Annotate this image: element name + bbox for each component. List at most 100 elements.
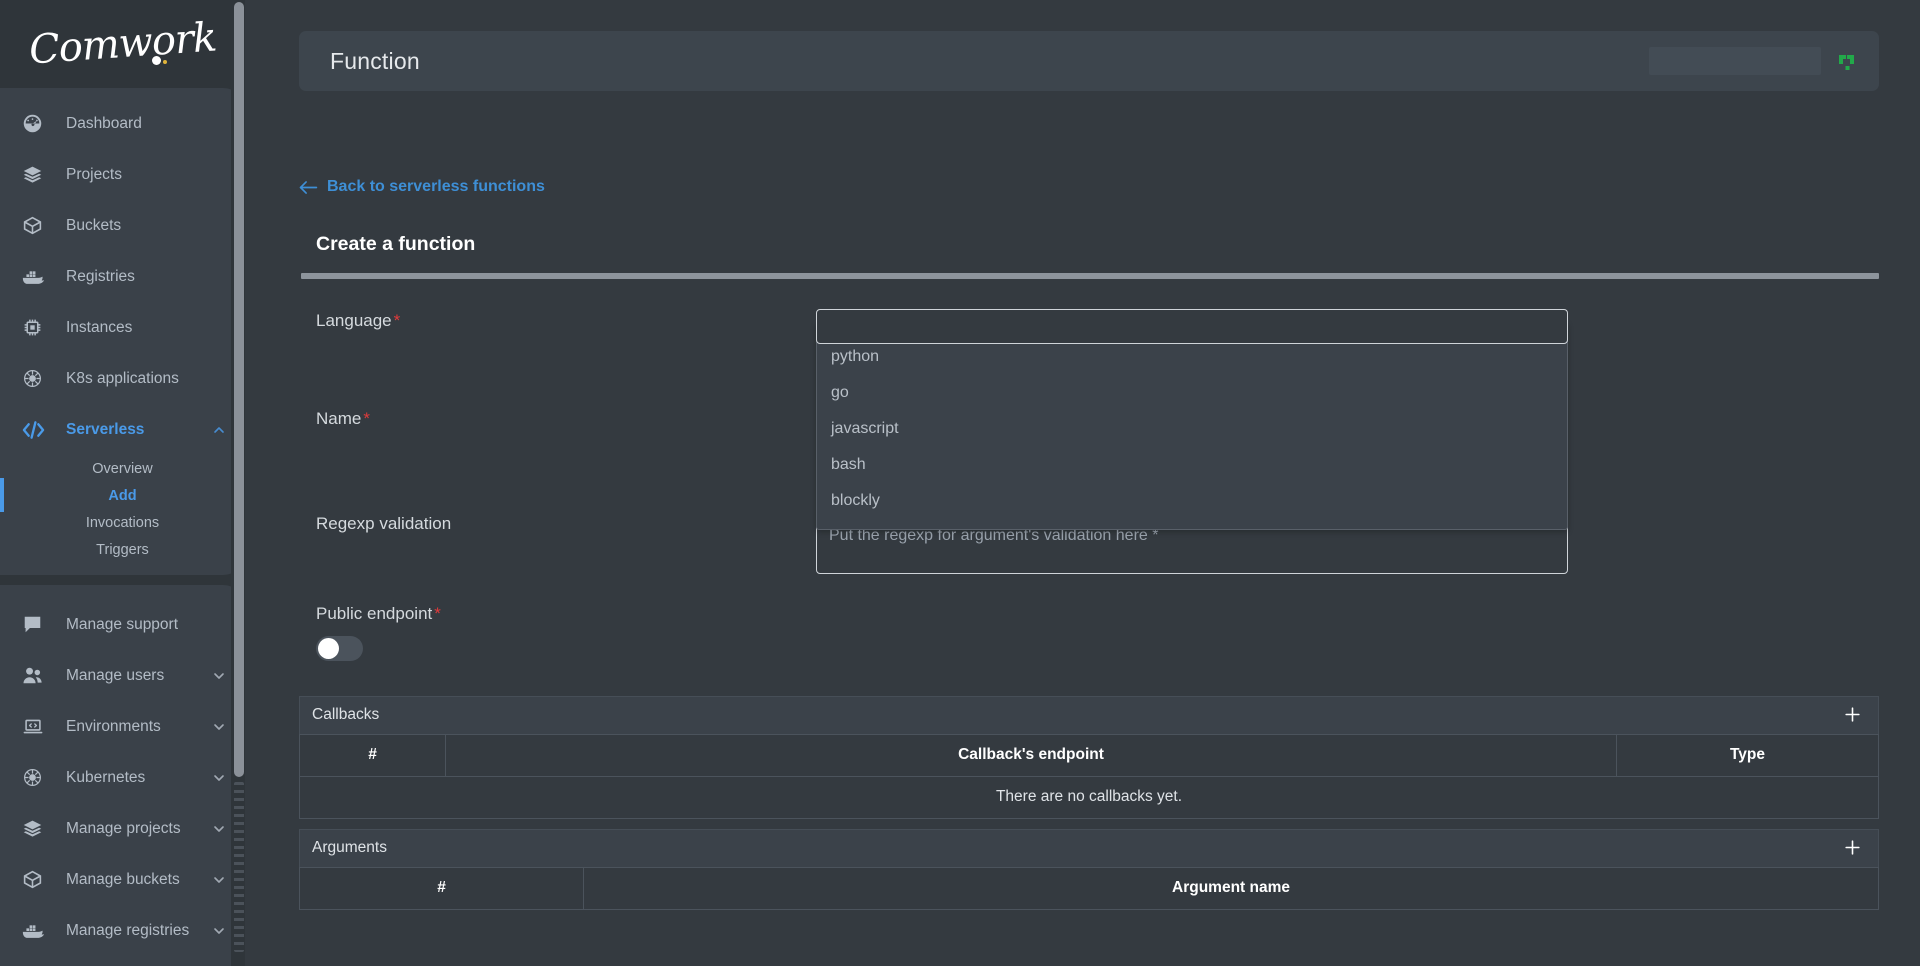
language-option-javascript[interactable]: javascript (817, 411, 1567, 447)
header-placeholder-bar (1649, 47, 1821, 75)
regexp-label-text: Regexp validation (316, 513, 452, 533)
arguments-col-index: # (299, 866, 584, 910)
sidebar-item-manage-buckets[interactable]: Manage buckets (0, 854, 245, 905)
chevron-up-icon (211, 422, 227, 438)
language-option-bash[interactable]: bash (817, 447, 1567, 483)
back-to-serverless-functions-link[interactable]: Back to serverless functions (299, 178, 545, 196)
public-endpoint-label-text: Public endpoint (316, 603, 433, 623)
language-field-row: Language * python go javascript bash bloc… (316, 308, 1879, 530)
sidebar-item-environments[interactable]: Environments (0, 701, 245, 752)
box-icon (22, 869, 52, 891)
sidebar-item-kubernetes[interactable]: Kubernetes (0, 752, 245, 803)
sidebar-item-label: Buckets (66, 216, 122, 234)
callbacks-title: Callbacks (312, 706, 380, 723)
heading-divider (301, 272, 1879, 279)
sidebar-scrollbar-thumb[interactable] (234, 2, 244, 777)
sidebar-scrollbar[interactable] (231, 0, 245, 966)
sidebar-item-dashboard[interactable]: Dashboard (0, 98, 245, 149)
sidebar-resize-grip[interactable] (234, 782, 244, 952)
app-root: Comwork Dashboard Projects Buckets Regis… (0, 0, 1920, 966)
table-row-empty: There are no callbacks yet. (299, 775, 1879, 819)
language-dropdown-menu[interactable]: python go javascript bash blockly (816, 321, 1568, 530)
arguments-table-head: # Argument name (299, 866, 1879, 910)
chevron-down-icon (211, 821, 227, 837)
add-argument-button[interactable] (1843, 838, 1864, 858)
language-label-text: Language (316, 310, 392, 330)
arguments-title: Arguments (312, 839, 387, 856)
callbacks-table-body: There are no callbacks yet. (299, 775, 1879, 819)
sidebar-primary-group: Dashboard Projects Buckets Registries In… (0, 88, 245, 575)
sidebar-item-label: Serverless (66, 420, 145, 438)
language-option-python[interactable]: python (817, 339, 1567, 375)
connection-status-icon[interactable] (1835, 48, 1861, 74)
sidebar-item-label: Instances (66, 318, 133, 336)
callbacks-col-endpoint: Callback's endpoint (445, 733, 1617, 777)
code-brackets-icon (22, 419, 52, 441)
required-marker: * (434, 603, 441, 623)
callbacks-col-type: Type (1616, 733, 1879, 777)
sidebar-item-registries[interactable]: Registries (0, 251, 245, 302)
sidebar-item-serverless[interactable]: Serverless (0, 404, 245, 455)
sidebar-item-label: K8s applications (66, 369, 179, 387)
arrow-left-icon (299, 179, 318, 196)
sidebar-manage-group: Manage support Manage users Environments (0, 585, 245, 966)
sidebar-subitem-triggers[interactable]: Triggers (0, 536, 245, 563)
chevron-down-icon (211, 719, 227, 735)
sidebar-item-label: Manage users (66, 666, 165, 684)
page-header-bar: Function (299, 31, 1879, 91)
language-label: Language * (316, 309, 816, 331)
layers-icon (22, 818, 52, 840)
sidebar-subitem-add[interactable]: Add (0, 478, 245, 512)
chevron-down-icon (211, 923, 227, 939)
chevron-down-icon (211, 872, 227, 888)
sidebar-subitem-label: Triggers (96, 541, 149, 558)
chat-bubble-icon (22, 614, 52, 636)
public-endpoint-toggle[interactable] (316, 635, 363, 661)
table-header-row: # Argument name (299, 866, 1879, 910)
sidebar-subitem-label: Overview (92, 460, 153, 477)
sidebar-item-manage-support[interactable]: Manage support (0, 599, 245, 650)
docker-whale-icon (22, 266, 52, 288)
sidebar-item-label: Manage registries (66, 921, 190, 939)
back-link-label: Back to serverless functions (327, 178, 545, 195)
required-marker: * (393, 310, 401, 330)
sidebar-subitem-label: Add (108, 487, 137, 504)
callbacks-table-head: # Callback's endpoint Type (299, 733, 1879, 777)
sidebar-subitem-invocations[interactable]: Invocations (0, 509, 245, 536)
name-label-text: Name (316, 408, 362, 428)
regexp-validation-label: Regexp validation (316, 512, 816, 534)
sidebar-item-manage-users[interactable]: Manage users (0, 650, 245, 701)
sidebar-item-instances[interactable]: Instances (0, 302, 245, 353)
name-label: Name * (316, 407, 816, 429)
sidebar-item-label: Manage buckets (66, 870, 180, 888)
sidebar-item-label: Dashboard (66, 114, 142, 132)
users-icon (22, 665, 52, 687)
brand-logo-dot (152, 56, 161, 65)
callbacks-col-index: # (299, 733, 446, 777)
sidebar-item-label: Registries (66, 267, 135, 285)
brand-logo[interactable]: Comwork (0, 0, 245, 88)
sidebar-item-manage-projects[interactable]: Manage projects (0, 803, 245, 854)
main-content: Function Back to serverless functions Cr… (245, 0, 1920, 966)
layers-icon (22, 164, 52, 186)
callbacks-panel: Callbacks # Callback's endpoint Type The… (299, 695, 1879, 819)
callbacks-table: # Callback's endpoint Type There are no … (299, 733, 1879, 819)
sidebar-item-label: Manage projects (66, 819, 181, 837)
brand-logo-text: Comwork (27, 14, 218, 74)
sidebar-item-projects[interactable]: Projects (0, 149, 245, 200)
sidebar-item-buckets[interactable]: Buckets (0, 200, 245, 251)
public-endpoint-label: Public endpoint * (316, 604, 1879, 624)
language-option-go[interactable]: go (817, 375, 1567, 411)
sidebar-item-k8s-applications[interactable]: K8s applications (0, 353, 245, 404)
add-callback-button[interactable] (1843, 705, 1864, 725)
box-icon (22, 215, 52, 237)
callbacks-empty-message: There are no callbacks yet. (299, 775, 1879, 819)
arguments-table: # Argument name (299, 866, 1879, 910)
sidebar: Comwork Dashboard Projects Buckets Regis… (0, 0, 245, 966)
chevron-down-icon (211, 770, 227, 786)
language-select-input[interactable] (816, 308, 1568, 344)
sidebar-subitem-overview[interactable]: Overview (0, 455, 245, 482)
sidebar-item-manage-registries[interactable]: Manage registries (0, 905, 245, 956)
language-option-blockly[interactable]: blockly (817, 483, 1567, 519)
table-header-row: # Callback's endpoint Type (299, 733, 1879, 777)
